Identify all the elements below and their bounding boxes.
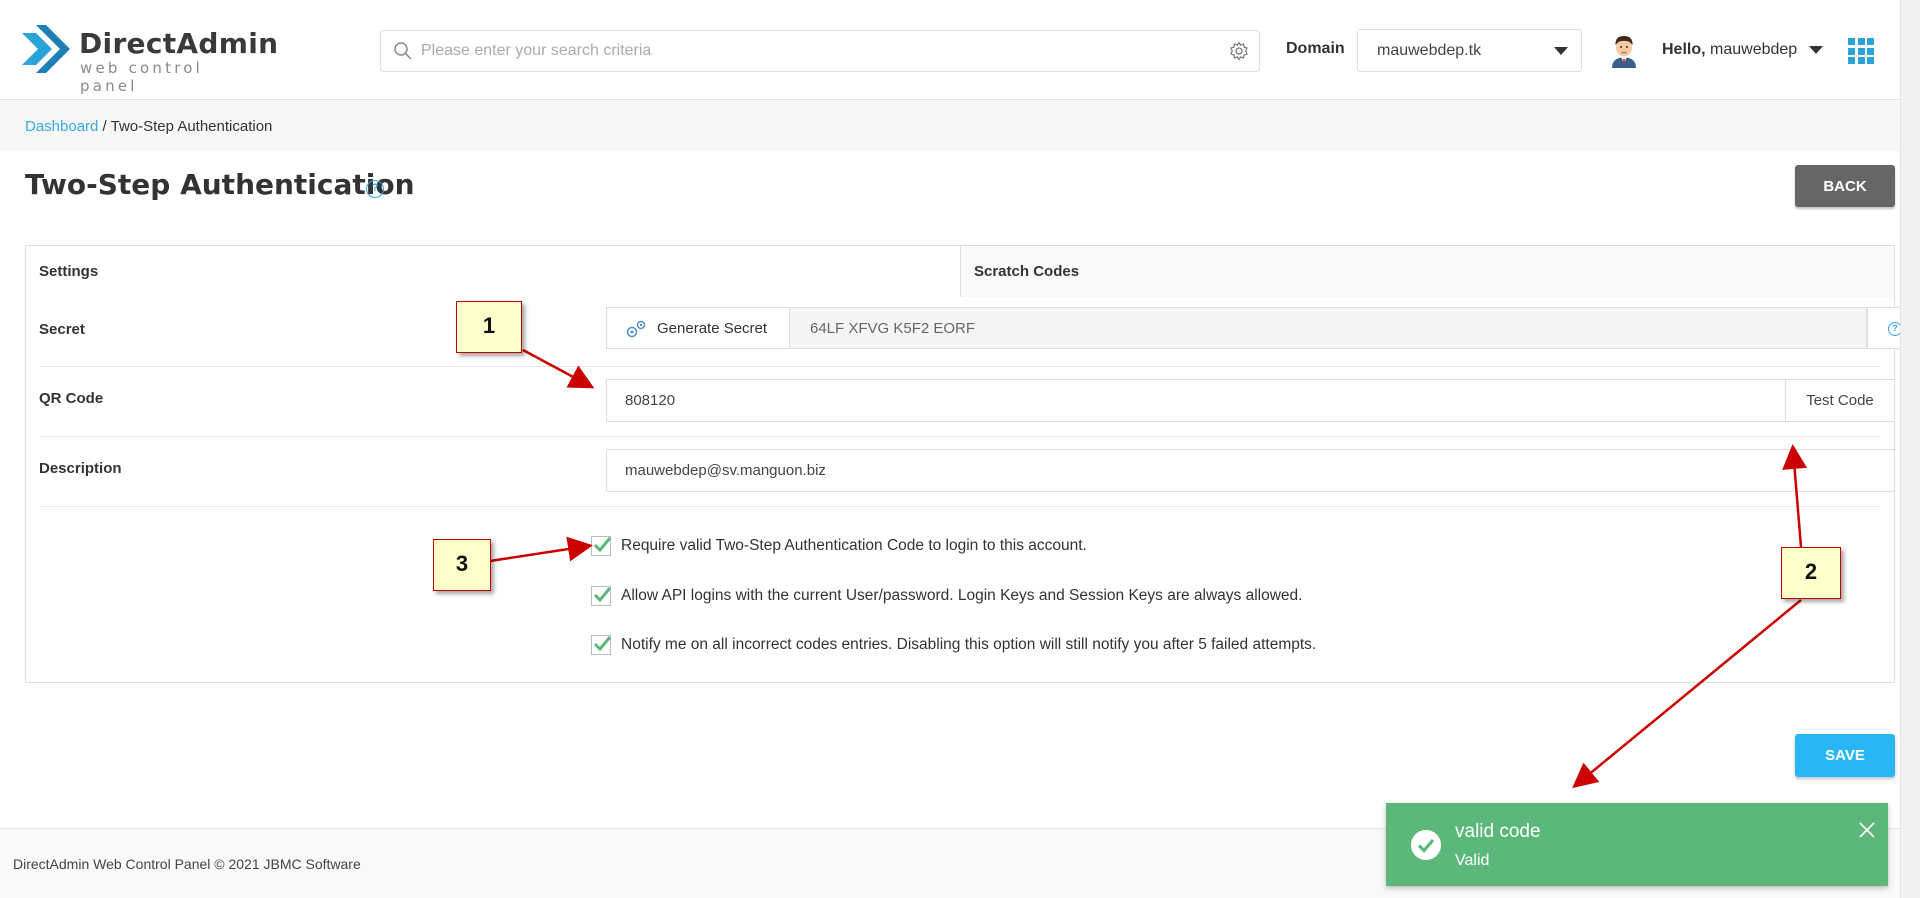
qr-code-input[interactable]: 808120 (606, 379, 1786, 422)
breadcrumb-dashboard-link[interactable]: Dashboard (25, 118, 98, 135)
test-code-button[interactable]: Test Code (1785, 379, 1895, 422)
domain-value: mauwebdep.tk (1377, 42, 1482, 59)
notify-incorrect-label: Notify me on all incorrect codes entries… (621, 636, 1317, 653)
breadcrumb-current: Two-Step Authentication (110, 118, 273, 135)
require-2fa-checkbox[interactable] (591, 536, 612, 556)
avatar[interactable] (1607, 32, 1641, 68)
tab-settings[interactable]: Settings (26, 246, 960, 297)
logo-chevron-icon (22, 25, 70, 73)
logo-name: DirectAdmin (79, 27, 279, 60)
breadcrumb-separator: / (98, 118, 111, 135)
domain-label: Domain (1286, 40, 1345, 57)
footer-copyright: DirectAdmin Web Control Panel © 2021 JBM… (13, 856, 361, 872)
toast-title: valid code (1455, 821, 1541, 842)
description-input[interactable]: mauwebdep@sv.manguon.biz (606, 449, 1895, 492)
domain-select[interactable]: mauwebdep.tk (1357, 29, 1582, 72)
allow-api-label: Allow API logins with the current User/p… (621, 587, 1303, 604)
description-label: Description (39, 460, 122, 477)
success-toast: valid code Valid (1386, 803, 1888, 886)
gears-icon (626, 320, 646, 338)
back-button[interactable]: BACK (1795, 165, 1895, 207)
hello-prefix: Hello, (1662, 41, 1706, 58)
toast-message: Valid (1455, 852, 1490, 869)
breadcrumb: Dashboard / Two-Step Authentication (25, 118, 272, 135)
global-search[interactable] (380, 30, 1260, 72)
page-title: Two-Step Authentication (25, 168, 415, 201)
description-row: Description mauwebdep@sv.manguon.biz (39, 437, 1895, 507)
close-icon[interactable] (1858, 821, 1876, 839)
tab-scratch-codes[interactable]: Scratch Codes (960, 246, 1894, 297)
annotation-callout-3: 3 (433, 539, 491, 591)
qr-code-label: QR Code (39, 390, 104, 407)
apps-grid-icon[interactable] (1848, 38, 1874, 64)
search-icon (394, 42, 412, 60)
qr-code-value: 808120 (625, 392, 676, 409)
secret-value: 64LF XFVG K5F2 EORF (789, 307, 1867, 349)
tab-bar: Settings Scratch Codes (26, 246, 1894, 297)
notify-incorrect-checkbox[interactable] (591, 635, 612, 655)
annotation-callout-1: 1 (456, 301, 522, 353)
logo-tagline: web control panel (80, 59, 203, 95)
user-menu[interactable]: Hello, mauwebdep (1662, 41, 1797, 59)
require-2fa-label: Require valid Two-Step Authentication Co… (621, 537, 1087, 554)
top-header: DirectAdmin web control panel Domain mau… (0, 0, 1900, 100)
allow-api-checkbox[interactable] (591, 586, 612, 606)
qr-code-row: QR Code 808120 Test Code (39, 367, 1895, 437)
username: mauwebdep (1710, 41, 1798, 58)
secret-label: Secret (39, 321, 85, 338)
generate-secret-button[interactable]: Generate Secret (606, 307, 789, 349)
checkmark-icon (593, 537, 612, 553)
settings-panel: Settings Scratch Codes Secret Generate S… (25, 245, 1920, 683)
user-menu-chevron-icon[interactable] (1809, 46, 1823, 54)
checkmark-icon (593, 636, 612, 652)
help-icon[interactable]: ? (366, 180, 384, 198)
generate-secret-label: Generate Secret (657, 320, 768, 337)
search-input[interactable] (421, 39, 1201, 63)
annotation-callout-2: 2 (1781, 547, 1841, 599)
description-value: mauwebdep@sv.manguon.biz (625, 462, 826, 479)
check-circle-icon (1411, 830, 1441, 860)
gear-icon[interactable] (1229, 41, 1249, 61)
page-scrollbar[interactable] (1900, 0, 1920, 898)
secret-row: Secret Generate Secret 64LF XFVG K5F2 EO… (39, 307, 1920, 367)
chevron-down-icon (1554, 47, 1568, 55)
breadcrumb-bar: Dashboard / Two-Step Authentication (0, 101, 1900, 151)
save-button[interactable]: SAVE (1795, 734, 1895, 777)
directadmin-logo[interactable]: DirectAdmin web control panel (22, 22, 278, 95)
checkmark-icon (593, 587, 612, 603)
